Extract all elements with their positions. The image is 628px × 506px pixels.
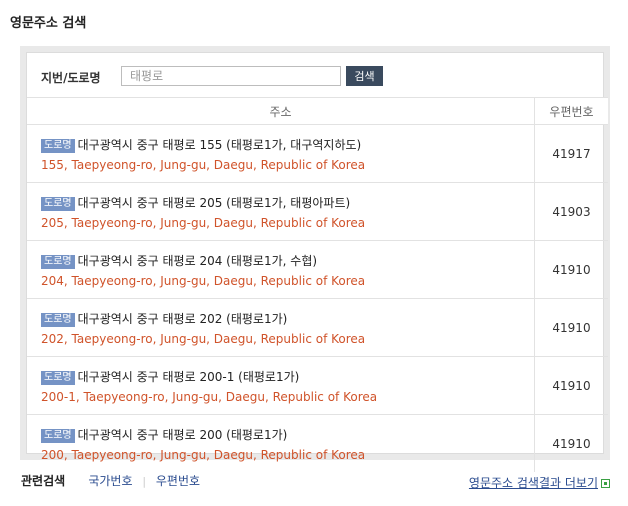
korean-address: 대구광역시 중구 태평로 200-1 (태평로1가) <box>77 369 300 384</box>
road-name-badge: 도로명 <box>41 312 75 327</box>
address-cell[interactable]: 도로명 대구광역시 중구 태평로 204 (태평로1가, 수협) 204, Taep… <box>27 240 535 299</box>
external-window-icon <box>601 479 610 488</box>
search-panel-inner: 지번/도로명 검색 주소 우편번호 도로명대구광역시 중구 태평로 155 (태… <box>26 52 608 472</box>
more-results-link[interactable]: 영문주소 검색결과 더보기 <box>469 474 610 491</box>
english-address: 155, Taepyeong-ro, Jung-gu, Daegu, Repub… <box>41 157 366 172</box>
korean-address: 대구광역시 중구 태평로 200 (태평로1가) <box>77 427 288 442</box>
results-table: 주소 우편번호 도로명 대구광역시 중구 태평로 155 (태평로1가, 대구역지… <box>27 97 608 472</box>
korean-address-line: 도로명 대구광역시 중구 태평로 204 (태평로1가, 수협) <box>41 252 533 269</box>
english-address: 200, Taepyeong-ro, Jung-gu, Daegu, Repub… <box>41 447 366 462</box>
address-cell[interactable]: 도로명 대구광역시 중구 태평로 200-1 (태평로1가) 200-1, Taep… <box>27 356 535 415</box>
zipcode-cell: 41910 <box>534 356 608 415</box>
page-title: 영문주소 검색 <box>10 16 87 31</box>
english-address: 200-1, Taepyeong-ro, Jung-gu, Daegu, Rep… <box>41 389 378 404</box>
search-button[interactable]: 검색 <box>346 66 383 86</box>
table-row[interactable]: 도로명 대구광역시 중구 태평로 204 (태평로1가, 수협) 204, Taep… <box>27 240 608 299</box>
korean-address-line: 도로명 대구광역시 중구 태평로 202 (태평로1가) <box>41 310 533 327</box>
zipcode-link[interactable]: 우편번호 <box>156 474 200 488</box>
separator: | <box>142 475 147 488</box>
korean-address: 대구광역시 중구 태평로 155 (태평로1가, 대구역지하도) <box>77 137 362 152</box>
korean-address-line: 도로명 대구광역시 중구 태평로 155 (태평로1가, 대구역지하도) <box>41 136 533 153</box>
zipcode-cell: 41903 <box>534 182 608 241</box>
korean-address: 대구광역시 중구 태평로 204 (태평로1가, 수협) <box>77 253 318 268</box>
zipcode-column-header: 우편번호 <box>534 97 608 125</box>
address-column-header: 주소 <box>27 97 535 125</box>
zipcode-cell: 41917 <box>534 124 608 183</box>
separator <box>75 475 79 488</box>
road-name-badge: 도로명 <box>41 370 75 385</box>
search-input[interactable] <box>121 66 341 86</box>
address-cell[interactable]: 도로명 대구광역시 중구 태평로 205 (태평로1가, 태평아파트) 205, T… <box>27 182 535 241</box>
table-row[interactable]: 도로명 대구광역시 중구 태평로 205 (태평로1가, 태평아파트) 205, T… <box>27 182 608 241</box>
table-row[interactable]: 도로명 대구광역시 중구 태평로 200-1 (태평로1가) 200-1, Taep… <box>27 356 608 415</box>
english-address: 205, Taepyeong-ro, Jung-gu, Daegu, Repub… <box>41 215 366 230</box>
country-code-link[interactable]: 국가번호 <box>88 474 132 488</box>
zipcode-cell: 41910 <box>534 414 608 472</box>
search-row: 지번/도로명 검색 <box>27 53 603 97</box>
table-row[interactable]: 도로명 대구광역시 중구 태평로 155 (태평로1가, 대구역지하도) 155, … <box>27 124 608 183</box>
road-name-badge: 도로명 <box>41 138 75 153</box>
address-cell[interactable]: 도로명 대구광역시 중구 태평로 200 (태평로1가) 200, Taepyeon… <box>27 415 535 473</box>
korean-address-line: 도로명 대구광역시 중구 태평로 205 (태평로1가, 태평아파트) <box>41 194 533 211</box>
related-search: 관련검색 국가번호 | 우편번호 <box>21 472 200 489</box>
korean-address-line: 도로명 대구광역시 중구 태평로 200-1 (태평로1가) <box>41 368 533 385</box>
zipcode-cell: 41910 <box>534 298 608 357</box>
related-search-label: 관련검색 <box>21 474 66 488</box>
address-cell[interactable]: 도로명 대구광역시 중구 태평로 202 (태평로1가) 202, Taepyeon… <box>27 298 535 357</box>
english-address: 204, Taepyeong-ro, Jung-gu, Daegu, Repub… <box>41 273 366 288</box>
road-name-badge: 도로명 <box>41 254 75 269</box>
korean-address: 대구광역시 중구 태평로 205 (태평로1가, 태평아파트) <box>77 195 351 210</box>
korean-address: 대구광역시 중구 태평로 202 (태평로1가) <box>77 311 288 326</box>
korean-address-line: 도로명 대구광역시 중구 태평로 200 (태평로1가) <box>41 426 533 443</box>
address-cell[interactable]: 도로명 대구광역시 중구 태평로 155 (태평로1가, 대구역지하도) 155, … <box>27 124 535 183</box>
zipcode-cell: 41910 <box>534 240 608 299</box>
table-row[interactable]: 도로명 대구광역시 중구 태평로 202 (태평로1가) 202, Taepyeon… <box>27 298 608 357</box>
road-name-badge: 도로명 <box>41 428 75 443</box>
more-results-label: 영문주소 검색결과 더보기 <box>468 476 598 490</box>
search-label: 지번/도로명 <box>41 71 101 85</box>
search-panel: 지번/도로명 검색 주소 우편번호 도로명대구광역시 중구 태평로 155 (태… <box>20 46 610 472</box>
table-row[interactable]: 도로명 대구광역시 중구 태평로 200 (태평로1가) 200, Taepyeon… <box>27 414 608 473</box>
road-name-badge: 도로명 <box>41 196 75 211</box>
english-address: 202, Taepyeong-ro, Jung-gu, Daegu, Repub… <box>41 331 366 346</box>
